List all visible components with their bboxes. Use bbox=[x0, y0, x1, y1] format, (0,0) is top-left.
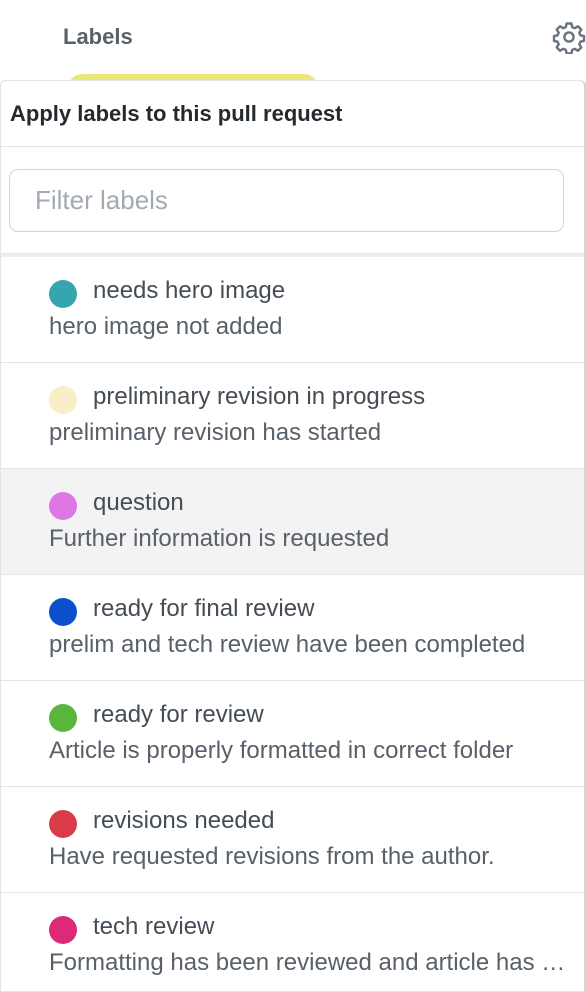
select-menu-title: Apply labels to this pull request bbox=[10, 100, 343, 126]
label-select-menu: Apply labels to this pull request needs … bbox=[0, 80, 586, 992]
label-color-swatch bbox=[49, 704, 77, 732]
label-name: revisions needed bbox=[93, 807, 275, 834]
label-description: Have requested revisions from the author… bbox=[49, 843, 495, 870]
label-name: ready for review bbox=[93, 701, 264, 728]
label-list: needs hero image hero image not added pr… bbox=[1, 254, 584, 991]
label-item-ready-for-review[interactable]: ready for review Article is properly for… bbox=[1, 681, 584, 787]
label-item-needs-hero-image[interactable]: needs hero image hero image not added bbox=[1, 257, 584, 363]
label-description: Article is properly formatted in correct… bbox=[49, 737, 514, 764]
sidebar-title: Labels bbox=[63, 24, 133, 49]
label-item-tech-review[interactable]: tech review Formatting has been reviewed… bbox=[1, 893, 584, 991]
sidebar-header: Labels bbox=[0, 0, 586, 88]
label-description: Formatting has been reviewed and article… bbox=[49, 949, 569, 976]
filter-labels-input[interactable] bbox=[9, 169, 564, 232]
label-item-revisions-needed[interactable]: revisions needed Have requested revision… bbox=[1, 787, 584, 893]
label-color-swatch bbox=[49, 598, 77, 626]
label-color-swatch bbox=[49, 492, 77, 520]
label-item-ready-for-final-review[interactable]: ready for final review prelim and tech r… bbox=[1, 575, 584, 681]
labels-sidebar-section: Labels Apply labels to this pull request… bbox=[0, 0, 586, 992]
label-description: hero image not added bbox=[49, 313, 283, 340]
gear-icon[interactable] bbox=[552, 20, 586, 54]
label-item-question[interactable]: question Further information is requeste… bbox=[1, 469, 584, 575]
label-name: tech review bbox=[93, 913, 215, 940]
label-description: Further information is requested bbox=[49, 525, 390, 552]
label-name: needs hero image bbox=[93, 277, 286, 304]
label-item-preliminary-revision-in-progress[interactable]: preliminary revision in progress prelimi… bbox=[1, 363, 584, 469]
label-color-swatch bbox=[49, 280, 77, 308]
label-color-swatch bbox=[49, 916, 77, 944]
label-color-swatch bbox=[49, 386, 77, 414]
label-description: prelim and tech review have been complet… bbox=[49, 631, 526, 658]
label-color-swatch bbox=[49, 810, 77, 838]
filter-container bbox=[1, 147, 584, 254]
label-name: question bbox=[93, 489, 184, 516]
label-name: ready for final review bbox=[93, 595, 315, 622]
label-description: preliminary revision has started bbox=[49, 419, 382, 446]
select-menu-header: Apply labels to this pull request bbox=[1, 81, 584, 147]
label-name: preliminary revision in progress bbox=[93, 383, 426, 410]
